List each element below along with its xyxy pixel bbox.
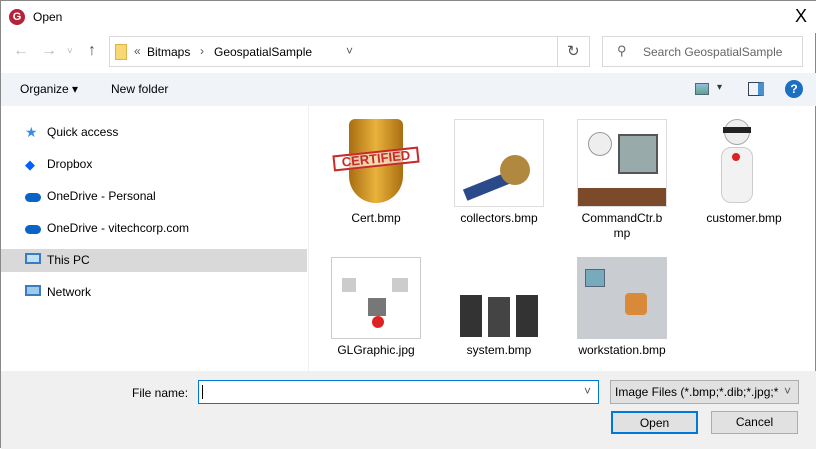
divider: [557, 37, 558, 66]
file-name: Cert.bmp: [351, 211, 401, 225]
file-type-select[interactable]: Image Files (*.bmp;*.dib;*.jpg;* ˅: [610, 380, 799, 404]
file-name: GLGraphic.jpg: [337, 343, 415, 357]
servers-thumbnail: [454, 257, 544, 339]
preview-pane-icon[interactable]: [748, 82, 764, 96]
computer-icon: [25, 253, 41, 264]
search-icon: ⚲: [617, 43, 627, 58]
close-button[interactable]: X: [789, 5, 813, 29]
file-item-workstation[interactable]: workstation.bmp: [567, 257, 677, 358]
file-item-glgraphic[interactable]: GLGraphic.jpg: [321, 257, 431, 358]
network-icon: [25, 285, 41, 296]
file-item-system[interactable]: system.bmp: [444, 257, 554, 358]
sidebar-item-label: Quick access: [47, 125, 119, 139]
cancel-button[interactable]: Cancel: [711, 411, 798, 434]
help-button[interactable]: ?: [785, 80, 803, 98]
file-name: workstation.bmp: [578, 343, 666, 357]
title-bar: [1, 1, 816, 33]
file-item-cert[interactable]: CERTIFIED Cert.bmp: [321, 119, 431, 226]
toolbar: Organize ▾ New folder ▾ ?: [1, 73, 816, 106]
file-name: CommandCtr.bmp: [581, 211, 663, 240]
dropbox-icon: ◆: [25, 157, 35, 172]
forward-button[interactable]: →: [41, 42, 57, 60]
cloud-icon: [25, 225, 41, 234]
navigation-pane: ★ Quick access ◆ Dropbox OneDrive - Person…: [1, 106, 307, 371]
address-bar[interactable]: « Bitmaps › GeospatialSample ˅ ↻: [109, 36, 590, 67]
refresh-button[interactable]: ↻: [567, 42, 580, 60]
file-name: customer.bmp: [706, 211, 782, 225]
workstation-thumbnail: [577, 257, 667, 339]
sidebar-item-label: This PC: [47, 253, 90, 267]
customer-thumbnail: [699, 119, 789, 207]
view-dropdown[interactable]: ▾: [717, 82, 722, 93]
certificate-thumbnail: CERTIFIED: [331, 119, 421, 207]
open-button[interactable]: Open: [611, 411, 698, 434]
file-name: system.bmp: [466, 343, 532, 357]
address-dropdown[interactable]: ˅: [346, 44, 353, 58]
diagram-thumbnail: [331, 257, 421, 339]
file-item-collectors[interactable]: collectors.bmp: [444, 119, 554, 226]
breadcrumb-bitmaps[interactable]: Bitmaps: [147, 45, 190, 59]
sidebar-item-label: Dropbox: [47, 157, 93, 171]
file-item-commandctr[interactable]: CommandCtr.bmp: [567, 119, 677, 241]
satellite-thumbnail: [454, 119, 544, 207]
sidebar-item-label: OneDrive - vitechcorp.com: [47, 221, 190, 235]
search-box[interactable]: ⚲ Search GeospatialSample: [602, 36, 803, 67]
sidebar-item-label: OneDrive - Personal: [47, 189, 156, 203]
sidebar-item-network[interactable]: Network: [1, 281, 307, 304]
file-item-customer[interactable]: customer.bmp: [689, 119, 799, 226]
chevron-down-icon: ˅: [784, 384, 792, 398]
breadcrumb-separator: ›: [200, 44, 204, 58]
sidebar-item-dropbox[interactable]: ◆ Dropbox: [1, 153, 307, 176]
back-button[interactable]: ←: [13, 42, 29, 60]
text-cursor: [202, 385, 203, 399]
folder-icon: [115, 44, 127, 60]
organize-button[interactable]: Organize ▾: [20, 82, 78, 96]
breadcrumb-overflow[interactable]: «: [134, 44, 141, 58]
command-center-thumbnail: [577, 119, 667, 207]
search-input[interactable]: Search GeospatialSample: [643, 45, 782, 59]
sidebar-item-onedrive-personal[interactable]: OneDrive - Personal: [1, 185, 307, 208]
breadcrumb-geospatialsample[interactable]: GeospatialSample: [214, 45, 312, 59]
window-title: Open: [33, 10, 63, 24]
sidebar-item-quick-access[interactable]: ★ Quick access: [1, 121, 307, 144]
new-folder-button[interactable]: New folder: [111, 82, 168, 96]
file-name: collectors.bmp: [460, 211, 538, 225]
sidebar-item-onedrive-vitechcorp[interactable]: OneDrive - vitechcorp.com: [1, 217, 307, 240]
sidebar-item-this-pc[interactable]: This PC: [1, 249, 307, 272]
view-icon[interactable]: [695, 83, 709, 95]
app-icon: G: [9, 9, 25, 25]
up-button[interactable]: ↑: [88, 42, 96, 60]
file-name-dropdown[interactable]: ˅: [584, 384, 591, 398]
star-icon: ★: [25, 124, 38, 140]
file-name-input[interactable]: ˅: [198, 380, 599, 404]
cloud-icon: [25, 193, 41, 202]
file-type-value: Image Files (*.bmp;*.dib;*.jpg;*: [615, 385, 779, 399]
recent-locations-button[interactable]: ˅: [67, 46, 73, 57]
pane-divider: [308, 106, 309, 371]
sidebar-item-label: Network: [47, 285, 92, 299]
file-name-label: File name:: [132, 386, 189, 400]
